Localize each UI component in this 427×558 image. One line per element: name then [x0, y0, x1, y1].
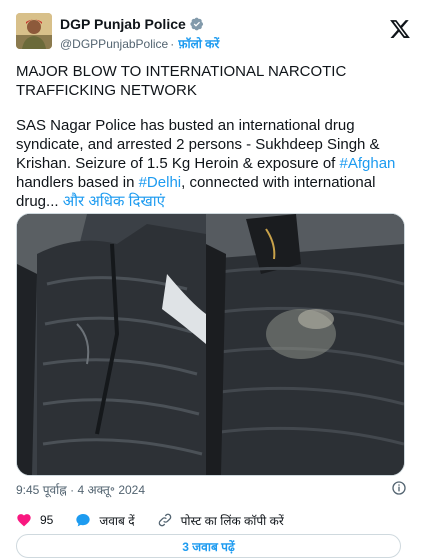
tweet-headline: MAJOR BLOW TO INTERNATIONAL NARCOTIC TRA… — [16, 63, 347, 99]
timestamp-separator: · — [70, 483, 75, 497]
x-logo-icon[interactable] — [389, 18, 411, 40]
tweet-card: DGP Punjab Police @DGPPunjabPolice · फ़ॉ… — [0, 0, 427, 558]
reply-bubble-icon — [76, 514, 91, 527]
media-photo-jacket-right[interactable] — [206, 214, 404, 475]
tweet-body: SAS Nagar Police has busted an internati… — [16, 116, 413, 211]
account-name[interactable]: DGP Punjab Police — [60, 16, 186, 32]
follow-button[interactable]: फ़ॉलो करें — [178, 35, 219, 52]
hashtag-afghan[interactable]: #Afghan — [340, 155, 396, 172]
copy-link-label: पोस्ट का लिंक कॉपी करें — [180, 513, 284, 528]
account-name-row: DGP Punjab Police — [60, 16, 204, 32]
tweet-timestamp[interactable]: 9:45 पूर्वाह्न · 4 अक्तू॰ 2024 — [16, 481, 145, 498]
like-count: 95 — [40, 513, 54, 527]
copy-link-button[interactable]: पोस्ट का लिंक कॉपी करें — [157, 512, 284, 529]
info-icon[interactable] — [391, 480, 407, 496]
tweet-actions: 95 जवाब दें पोस्ट का लिंक कॉपी करें — [16, 511, 413, 529]
avatar[interactable] — [16, 13, 52, 49]
link-icon — [158, 513, 171, 527]
account-handle[interactable]: @DGPPunjabPolice — [60, 37, 168, 51]
media-photo-jacket-left[interactable] — [17, 214, 206, 475]
verified-badge-icon — [190, 17, 203, 31]
tweet-header: DGP Punjab Police @DGPPunjabPolice · फ़ॉ… — [14, 12, 413, 52]
show-more-link[interactable]: और अधिक दिखाएं — [63, 193, 165, 210]
tweet-body-part2: handlers based in — [16, 174, 139, 191]
reply-button[interactable]: जवाब दें — [75, 512, 135, 529]
heart-icon — [17, 514, 31, 527]
handle-separator: · — [170, 36, 175, 51]
tweet-media — [16, 213, 405, 476]
read-replies-button[interactable]: 3 जवाब पढ़ें — [16, 534, 401, 558]
tweet-body-part1: SAS Nagar Police has busted an internati… — [16, 117, 380, 172]
handle-row: @DGPPunjabPolice · फ़ॉलो करें — [60, 35, 219, 52]
tweet-time: 9:45 पूर्वाह्न — [16, 483, 67, 497]
reply-label: जवाब दें — [99, 513, 135, 528]
tweet-date: 4 अक्तू॰ 2024 — [77, 483, 146, 497]
hashtag-delhi[interactable]: #Delhi — [139, 174, 182, 191]
like-button[interactable]: 95 — [16, 512, 53, 528]
